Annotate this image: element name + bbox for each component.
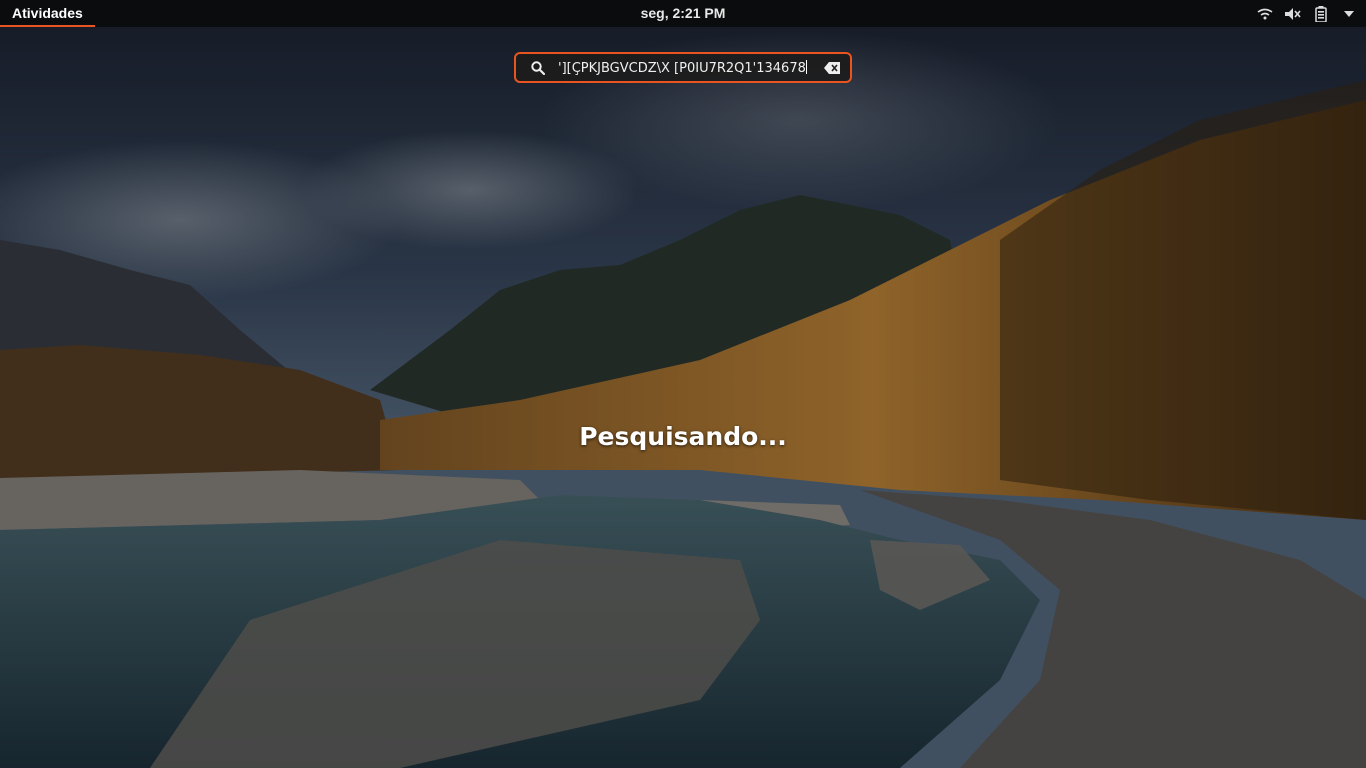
search-input-value: '][ÇPKJBGVCDZ\X [P0IU7R2Q1'134678 bbox=[558, 60, 806, 76]
text-caret bbox=[805, 59, 807, 74]
clear-text-icon[interactable] bbox=[822, 58, 842, 78]
search-input[interactable]: '][ÇPKJBGVCDZ\X [P0IU7R2Q1'134678 bbox=[558, 59, 822, 76]
chevron-down-icon[interactable] bbox=[1340, 5, 1358, 23]
search-status-text: Pesquisando... bbox=[579, 422, 787, 451]
volume-muted-icon[interactable] bbox=[1284, 5, 1302, 23]
system-menu[interactable] bbox=[1256, 0, 1358, 27]
battery-icon[interactable] bbox=[1312, 5, 1330, 23]
search-entry[interactable]: '][ÇPKJBGVCDZ\X [P0IU7R2Q1'134678 bbox=[514, 52, 852, 83]
overview-dim-overlay bbox=[0, 0, 1366, 768]
clock-container: seg, 2:21 PM bbox=[0, 0, 1366, 27]
search-icon bbox=[528, 58, 548, 78]
clock-button[interactable]: seg, 2:21 PM bbox=[641, 5, 726, 21]
network-icon[interactable] bbox=[1256, 5, 1274, 23]
activities-button[interactable]: Atividades bbox=[0, 0, 95, 27]
top-bar: Atividades seg, 2:21 PM bbox=[0, 0, 1366, 27]
